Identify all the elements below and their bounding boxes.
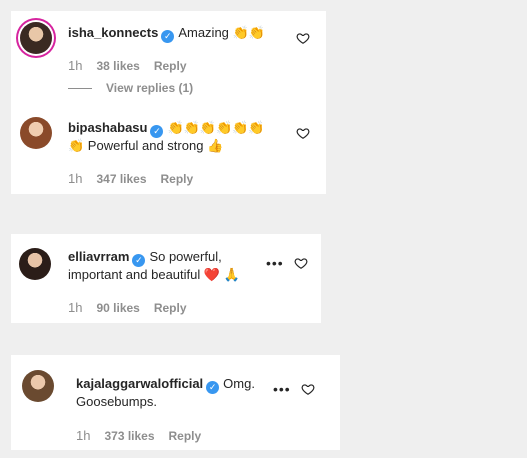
likes-count[interactable]: 38 likes bbox=[96, 59, 139, 73]
comment-text: Omg. bbox=[223, 376, 255, 391]
comment-card: elliavrram ✓ So powerful, important and be… bbox=[11, 234, 321, 323]
username[interactable]: isha_konnects bbox=[68, 25, 158, 40]
heart-icon[interactable] bbox=[301, 382, 315, 396]
avatar[interactable] bbox=[20, 117, 52, 149]
comment-text: Amazing 👏👏 bbox=[178, 25, 265, 40]
comment-line: 👏 Powerful and strong 👍 bbox=[68, 137, 223, 155]
comment-text: 👏 Powerful and strong 👍 bbox=[68, 138, 224, 153]
heart-icon[interactable] bbox=[294, 256, 308, 270]
likes-count[interactable]: 90 likes bbox=[96, 301, 139, 315]
view-replies-button[interactable]: View replies (1) bbox=[68, 81, 193, 95]
comment-meta: 1h 90 likes Reply bbox=[68, 300, 201, 315]
timestamp[interactable]: 1h bbox=[68, 58, 82, 73]
timestamp[interactable]: 1h bbox=[68, 171, 82, 186]
comment-line: Goosebumps. bbox=[76, 393, 157, 411]
comment-text: 👏👏👏👏👏👏 bbox=[167, 120, 265, 135]
view-replies-label: View replies (1) bbox=[106, 81, 194, 95]
divider bbox=[68, 88, 92, 90]
comment-line: important and beautiful ❤️ 🙏 bbox=[68, 266, 240, 284]
timestamp[interactable]: 1h bbox=[76, 428, 90, 443]
likes-count[interactable]: 347 likes bbox=[96, 172, 146, 186]
reply-button[interactable]: Reply bbox=[161, 172, 194, 186]
likes-count[interactable]: 373 likes bbox=[104, 429, 154, 443]
comment-meta: 1h 38 likes Reply bbox=[68, 58, 201, 73]
heart-icon[interactable] bbox=[296, 31, 310, 45]
comment-line: kajalaggarwalofficial ✓ Omg. bbox=[76, 375, 255, 394]
comment-meta: 1h 373 likes Reply bbox=[76, 428, 215, 443]
timestamp[interactable]: 1h bbox=[68, 300, 82, 315]
comment-text: So powerful, bbox=[149, 249, 222, 264]
verified-badge-icon: ✓ bbox=[161, 30, 175, 43]
verified-badge-icon: ✓ bbox=[206, 381, 220, 394]
avatar[interactable] bbox=[20, 22, 52, 54]
comment-text: Goosebumps. bbox=[76, 394, 157, 409]
username[interactable]: elliavrram bbox=[68, 249, 129, 264]
avatar[interactable] bbox=[19, 248, 51, 280]
username[interactable]: bipashabasu bbox=[68, 120, 147, 135]
avatar[interactable] bbox=[22, 370, 54, 402]
reply-button[interactable]: Reply bbox=[154, 59, 187, 73]
comment-text: important and beautiful ❤️ 🙏 bbox=[68, 267, 240, 282]
comment-line: bipashabasu ✓ 👏👏👏👏👏👏 bbox=[68, 119, 265, 138]
more-options-icon[interactable]: ••• bbox=[273, 381, 291, 397]
comment-card: isha_konnects ✓ Amazing 👏👏 1h 38 likes Reply… bbox=[11, 11, 326, 194]
reply-button[interactable]: Reply bbox=[154, 301, 187, 315]
comment-line: isha_konnects ✓ Amazing 👏👏 bbox=[68, 24, 265, 43]
comment-line: elliavrram ✓ So powerful, bbox=[68, 248, 222, 267]
heart-icon[interactable] bbox=[296, 126, 310, 140]
comment-meta: 1h 347 likes Reply bbox=[68, 171, 207, 186]
more-options-icon[interactable]: ••• bbox=[266, 255, 284, 271]
reply-button[interactable]: Reply bbox=[169, 429, 202, 443]
username[interactable]: kajalaggarwalofficial bbox=[76, 376, 203, 391]
comment-card: kajalaggarwalofficial ✓ Omg. Goosebumps. •… bbox=[11, 355, 340, 450]
